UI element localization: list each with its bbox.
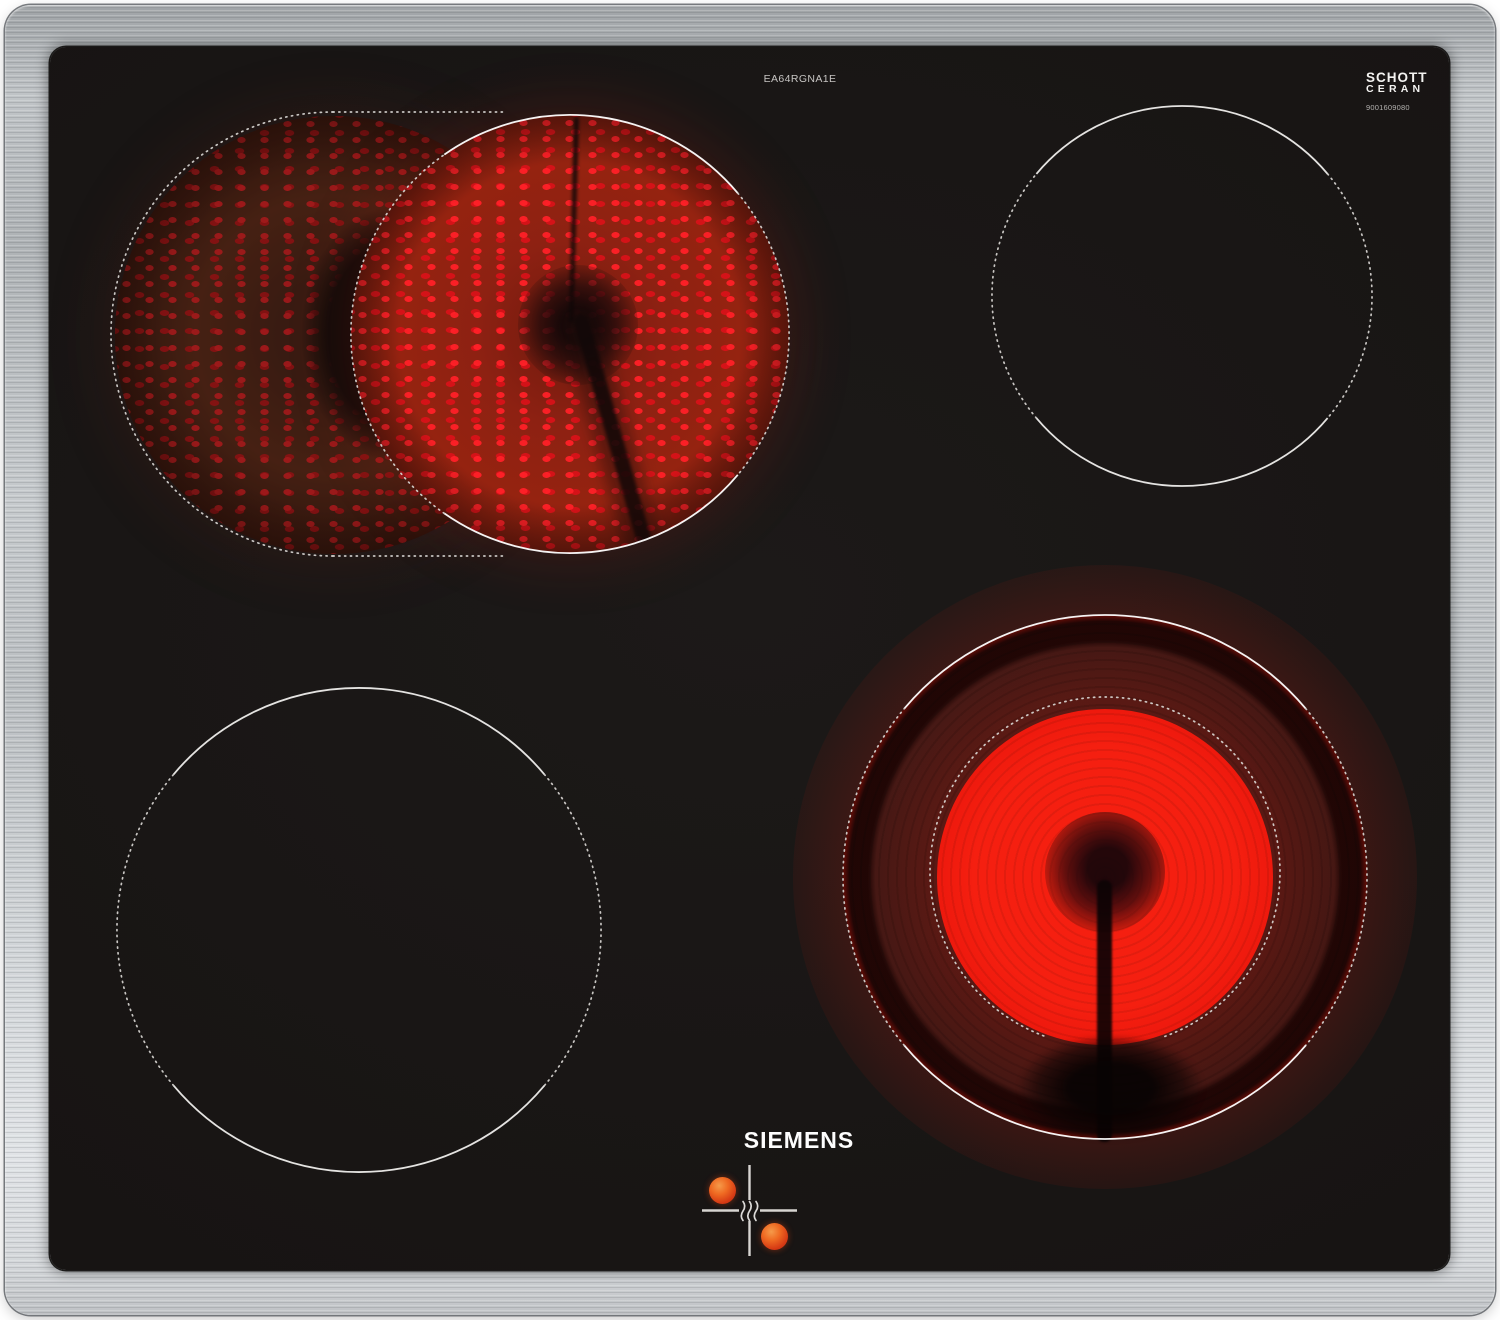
residual-heat-dot (709, 1177, 736, 1204)
heat-waves-icon (740, 1200, 759, 1222)
glass-content-area: EA64RGNA1E SCHOTT CERAN 9001609080 SIEME… (50, 47, 1449, 1270)
glass-material-name: CERAN (1366, 83, 1425, 95)
glass-maker-logo: SCHOTT CERAN 9001609080 (1366, 71, 1446, 112)
glass-code: 9001609080 (1366, 103, 1410, 112)
top-markings (702, 614, 1368, 1256)
residual-heat-dot (761, 1223, 788, 1250)
outline-front-right-outer (842, 614, 1368, 1140)
model-number-label: EA64RGNA1E (763, 73, 837, 85)
brand-logo: SIEMENS (743, 1127, 855, 1153)
